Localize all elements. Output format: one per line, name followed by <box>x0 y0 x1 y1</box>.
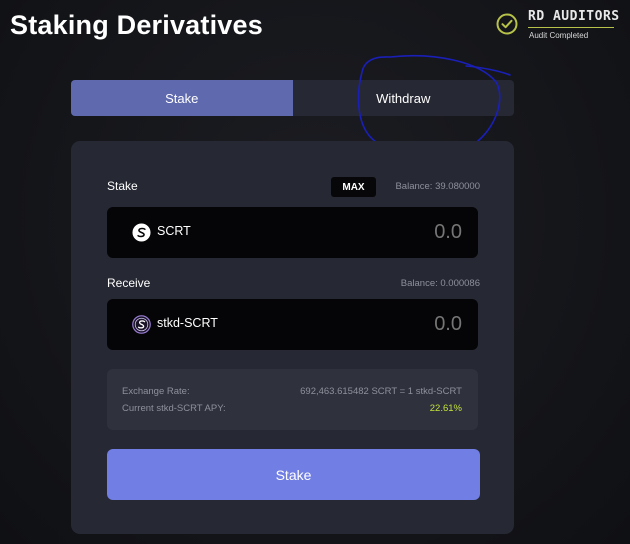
scrt-icon <box>132 223 151 242</box>
stake-amount-box: SCRT <box>107 207 478 258</box>
page-title: Staking Derivatives <box>10 10 263 40</box>
apy-label: Current stkd-SCRT APY: <box>122 403 226 414</box>
stkd-scrt-icon <box>132 315 151 334</box>
stake-token-name: SCRT <box>157 224 191 238</box>
stake-balance: Balance: 39.080000 <box>395 181 480 192</box>
receive-amount-input[interactable] <box>302 308 462 340</box>
receive-label: Receive <box>107 276 151 290</box>
tab-withdraw[interactable]: Withdraw <box>293 80 515 116</box>
stake-amount-input[interactable] <box>302 216 462 248</box>
staking-page: Staking Derivatives RD AUDITORS Audit Co… <box>0 0 630 544</box>
receive-amount-box: stkd-SCRT <box>107 299 478 350</box>
audit-divider <box>528 27 614 28</box>
tab-stake[interactable]: Stake <box>71 80 293 116</box>
exchange-rate-label: Exchange Rate: <box>122 386 190 397</box>
stake-withdraw-tabs: Stake Withdraw <box>71 80 514 116</box>
staking-form-card: Stake MAX Balance: 39.080000 SCRT Receiv… <box>71 141 514 534</box>
exchange-rate-value: 692,463.615482 SCRT = 1 stkd-SCRT <box>300 386 462 397</box>
receive-balance: Balance: 0.000086 <box>400 278 480 289</box>
audit-status: Audit Completed <box>529 31 589 40</box>
max-button[interactable]: MAX <box>331 177 376 197</box>
apy-value: 22.61% <box>429 403 462 414</box>
stake-label: Stake <box>107 179 138 193</box>
check-circle-icon <box>496 13 518 35</box>
exchange-info-box: Exchange Rate: 692,463.615482 SCRT = 1 s… <box>107 369 478 430</box>
audit-badge[interactable]: RD AUDITORS Audit Completed <box>494 8 619 44</box>
auditor-name: RD AUDITORS <box>528 9 620 24</box>
stake-submit-button[interactable]: Stake <box>107 449 480 500</box>
receive-token-name: stkd-SCRT <box>157 316 218 330</box>
